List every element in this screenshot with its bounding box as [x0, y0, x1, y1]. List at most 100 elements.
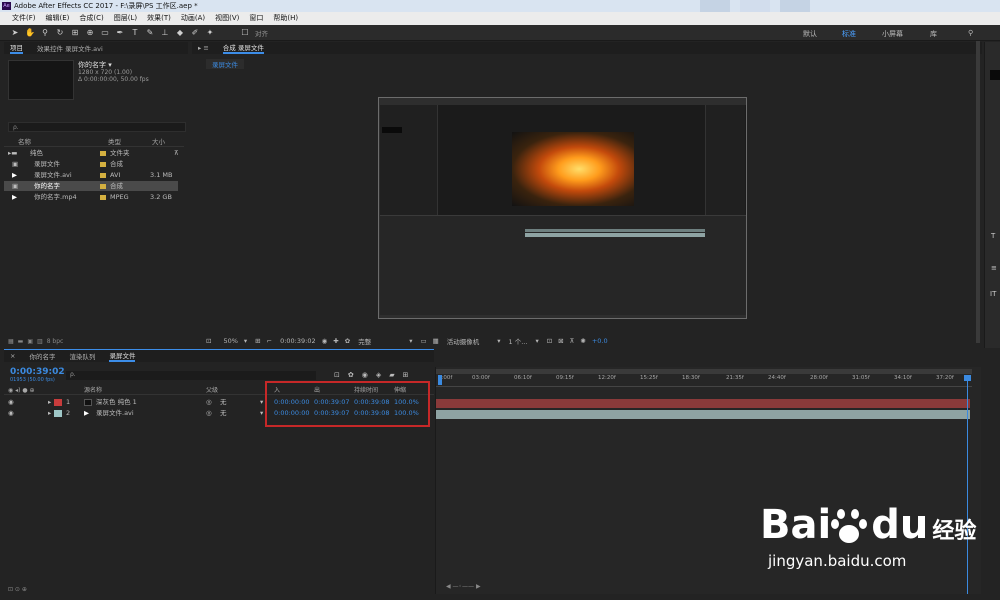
- tab-comp-recording[interactable]: 录屏文件: [109, 350, 136, 362]
- layer-duration-bar[interactable]: [436, 399, 970, 408]
- work-area-bar[interactable]: [436, 369, 972, 374]
- parent-pickwhip-icon[interactable]: ◎: [206, 408, 212, 418]
- expand-arrow-icon[interactable]: ▸: [48, 408, 51, 418]
- taskbar-tab[interactable]: [700, 0, 730, 12]
- close-icon[interactable]: ×: [10, 352, 15, 360]
- tab-comp-your-name[interactable]: 你的名字: [29, 351, 55, 361]
- tab-render-queue[interactable]: 渲染队列: [69, 351, 95, 361]
- flowchart-icon[interactable]: ⊼: [174, 148, 179, 158]
- new-folder-icon[interactable]: ▬: [18, 338, 24, 345]
- rectangle-tool-icon[interactable]: ▭: [100, 28, 110, 38]
- clone-tool-icon[interactable]: ⊥: [160, 28, 170, 38]
- visibility-eye-icon[interactable]: ◉: [8, 397, 14, 407]
- bpc-label[interactable]: 8 bpc: [47, 338, 64, 345]
- composition-breadcrumb[interactable]: 录屏文件: [206, 59, 244, 69]
- list-item[interactable]: ▶ 你的名字.mp4 MPEG 3.2 GB: [4, 192, 184, 202]
- fast-preview-icon[interactable]: ⊠: [558, 337, 563, 345]
- expand-arrow-icon[interactable]: ▸: [48, 397, 51, 407]
- parent-select[interactable]: 无: [220, 397, 227, 407]
- hand-tool-icon[interactable]: ✋: [25, 28, 35, 38]
- column-type[interactable]: 类型: [108, 138, 121, 147]
- chevron-down-icon[interactable]: ▾: [260, 397, 263, 407]
- chevron-down-icon[interactable]: ▾: [409, 337, 412, 345]
- layer-label-color[interactable]: [54, 410, 62, 417]
- selection-tool-icon[interactable]: ➤: [10, 28, 20, 38]
- tab-composition[interactable]: 合成 录屏文件: [222, 42, 264, 54]
- project-search-input[interactable]: ρ.: [8, 122, 186, 132]
- resolution-select[interactable]: 完整: [358, 336, 371, 346]
- chevron-down-icon[interactable]: ▾: [244, 337, 247, 345]
- zoom-slider[interactable]: ◀ —◦—— ▶: [446, 583, 506, 591]
- search-help-icon[interactable]: ⚲: [968, 29, 978, 37]
- column-source-name[interactable]: 源名称: [84, 386, 102, 395]
- brush-tool-icon[interactable]: ✎: [145, 28, 155, 38]
- show-snapshot-icon[interactable]: ✚: [333, 337, 338, 345]
- character-panel-icon[interactable]: T: [991, 232, 995, 240]
- menu-edit[interactable]: 编辑(E): [46, 12, 70, 25]
- rotate-tool-icon[interactable]: ↻: [55, 28, 65, 38]
- visibility-eye-icon[interactable]: ◉: [8, 408, 14, 418]
- zoom-tool-icon[interactable]: ⚲: [40, 28, 50, 38]
- list-item[interactable]: ▶ 录屏文件.avi AVI 3.1 MB: [4, 170, 184, 180]
- layer-label-color[interactable]: [54, 399, 62, 406]
- menu-effect[interactable]: 效果(T): [147, 12, 171, 25]
- menu-composition[interactable]: 合成(C): [79, 12, 103, 25]
- magnify-icon[interactable]: ⊡: [206, 337, 211, 345]
- layer-duration-bar[interactable]: [436, 410, 970, 419]
- camera-select[interactable]: 活动摄像机: [447, 336, 480, 346]
- menu-help[interactable]: 帮助(H): [273, 12, 298, 25]
- tab-project[interactable]: 项目: [10, 42, 23, 54]
- vertical-scrollbar[interactable]: [976, 41, 980, 343]
- trash-icon[interactable]: ▥: [37, 338, 43, 345]
- work-area-start[interactable]: [438, 375, 442, 385]
- column-name[interactable]: 名称: [18, 138, 31, 147]
- eraser-tool-icon[interactable]: ◆: [175, 28, 185, 38]
- workspace-library[interactable]: 库: [930, 29, 937, 39]
- toggle-switches-icon[interactable]: ⊡ ⊙ ⊕: [8, 586, 27, 593]
- paragraph-panel-icon[interactable]: ≡: [991, 264, 997, 272]
- layer-name[interactable]: 深灰色 纯色 1: [96, 397, 137, 407]
- camera-snapshot-icon[interactable]: ◉: [322, 337, 328, 345]
- new-composition-icon[interactable]: ▣: [27, 338, 33, 345]
- pen-tool-icon[interactable]: ✒: [115, 28, 125, 38]
- current-time-display[interactable]: 0:00:39:02: [10, 367, 65, 377]
- zoom-select[interactable]: 50%: [223, 337, 237, 345]
- taskbar-tab[interactable]: [780, 0, 810, 12]
- timeline-switches[interactable]: ⊡✿◉◈▰⊞: [334, 371, 416, 379]
- layer-name[interactable]: 录屏文件.avi: [96, 408, 134, 418]
- camera-tool-icon[interactable]: ⊞: [70, 28, 80, 38]
- time-ruler[interactable]: 0:00f 03:00f 06:10f 09:15f 12:20f 15:25f…: [436, 375, 972, 387]
- toggle-pixel-icon[interactable]: ⊡: [547, 337, 552, 345]
- tab-effect-controls[interactable]: 效果控件 录屏文件.avi: [37, 43, 103, 53]
- viewer-timecode[interactable]: 0:00:39:02: [280, 337, 316, 345]
- playhead-line[interactable]: [967, 375, 968, 594]
- color-channel-icon[interactable]: ✿: [345, 337, 350, 345]
- roto-tool-icon[interactable]: ✐: [190, 28, 200, 38]
- type-tool-icon[interactable]: T: [130, 28, 140, 38]
- workspace-default[interactable]: 默认: [803, 29, 817, 39]
- chevron-down-icon[interactable]: ▾: [260, 408, 263, 418]
- region-of-interest-icon[interactable]: ▭: [420, 337, 426, 345]
- list-item-selected[interactable]: ▣ 你的名字 合成: [4, 181, 178, 191]
- menu-animation[interactable]: 动画(A): [181, 12, 205, 25]
- chevron-down-icon[interactable]: ▾: [497, 337, 500, 345]
- parent-select[interactable]: 无: [220, 408, 227, 418]
- grid-icon[interactable]: ⊞: [255, 337, 260, 345]
- playhead-handle[interactable]: [964, 375, 971, 381]
- menu-file[interactable]: 文件(F): [12, 12, 36, 25]
- puppet-tool-icon[interactable]: ✦: [205, 28, 215, 38]
- workspace-small-screen[interactable]: 小屏幕: [882, 29, 903, 39]
- taskbar-tab[interactable]: [740, 0, 770, 12]
- exposure-value[interactable]: +0.0: [592, 337, 608, 345]
- composition-menu-icon[interactable]: ▸ ≡: [198, 44, 209, 52]
- reset-exposure-icon[interactable]: ✺: [580, 337, 585, 345]
- chevron-down-icon[interactable]: ▾: [535, 337, 538, 345]
- interpret-footage-icon[interactable]: ▦: [8, 338, 14, 345]
- pan-behind-tool-icon[interactable]: ⊕: [85, 28, 95, 38]
- column-parent[interactable]: 父级: [206, 386, 218, 395]
- timeline-search-input[interactable]: ρ.: [66, 371, 316, 380]
- view-layout-select[interactable]: 1 个...: [509, 336, 528, 346]
- flowchart-icon[interactable]: ⊼: [570, 337, 575, 345]
- parent-pickwhip-icon[interactable]: ◎: [206, 397, 212, 407]
- align-checkbox[interactable]: ☐: [240, 28, 250, 38]
